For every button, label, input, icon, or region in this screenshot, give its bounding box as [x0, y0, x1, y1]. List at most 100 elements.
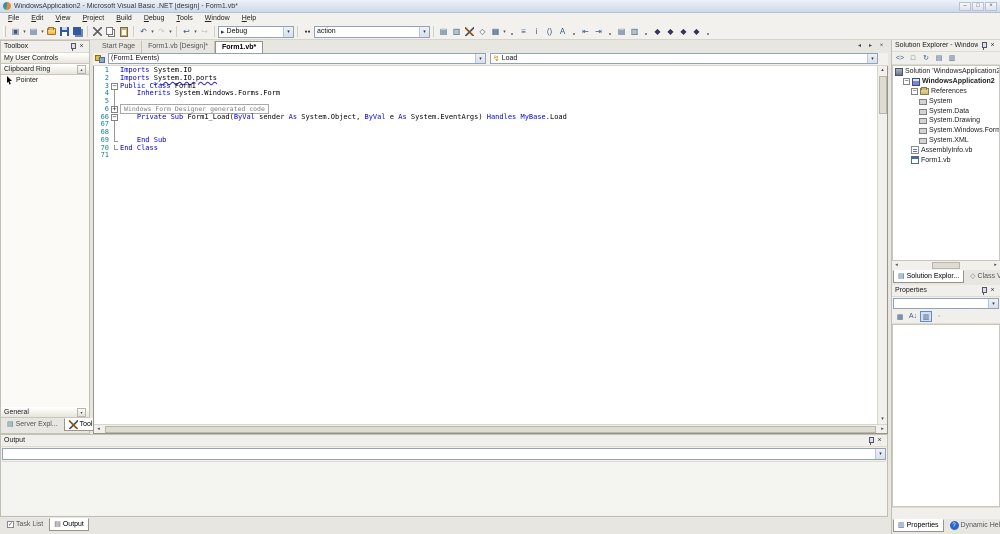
- scroll-right-icon[interactable]: ▸: [878, 425, 887, 434]
- refresh-icon[interactable]: ↻: [920, 53, 932, 64]
- uncomment-icon[interactable]: ▥: [628, 25, 641, 38]
- menu-item-window[interactable]: Window: [199, 13, 236, 24]
- clear-bookmarks-icon[interactable]: ◆: [690, 25, 703, 38]
- tab-start-page[interactable]: Start Page: [96, 41, 143, 53]
- horizontal-scrollbar[interactable]: ◂ ▸: [892, 261, 1000, 270]
- dropdown-arrow-icon[interactable]: ▾: [168, 29, 173, 35]
- scrollbar-thumb[interactable]: [105, 425, 876, 433]
- scroll-right-icon[interactable]: ▸: [991, 261, 1000, 270]
- parameter-info-icon[interactable]: (): [543, 25, 556, 38]
- properties-grid[interactable]: [892, 324, 1000, 507]
- new-project-icon[interactable]: ▣: [9, 25, 22, 38]
- tab-solution-explorer[interactable]: ▤ Solution Explor...: [893, 270, 965, 283]
- menu-item-edit[interactable]: Edit: [25, 13, 49, 24]
- collapse-icon[interactable]: −: [111, 113, 118, 121]
- open-file-icon[interactable]: [45, 25, 58, 38]
- code-editor[interactable]: 1 Imports System.IO 2 Imports System.IO.por…: [93, 66, 888, 434]
- pin-icon[interactable]: [979, 286, 988, 295]
- tab-form1-code[interactable]: Form1.vb*: [215, 41, 264, 53]
- view-designer-icon[interactable]: □: [907, 53, 919, 64]
- maximize-button[interactable]: □: [972, 1, 984, 11]
- tree-item[interactable]: − WindowsApplication2: [893, 77, 999, 87]
- close-document-icon[interactable]: ×: [877, 42, 886, 51]
- menu-item-build[interactable]: Build: [110, 13, 138, 24]
- scrollbar-thumb[interactable]: [932, 262, 960, 269]
- save-icon[interactable]: [58, 25, 71, 38]
- fold-margin[interactable]: −: [111, 113, 120, 122]
- toolbox-group-general[interactable]: General ▾: [1, 407, 89, 418]
- decrease-indent-icon[interactable]: ⇤: [579, 25, 592, 38]
- redo-icon[interactable]: ↷: [155, 25, 168, 38]
- property-pages-icon[interactable]: ▫: [933, 311, 945, 322]
- collapse-icon[interactable]: −: [111, 82, 118, 90]
- toolbox-item-pointer[interactable]: Pointer: [1, 75, 89, 86]
- dropdown-arrow-icon[interactable]: ▾: [502, 29, 507, 35]
- object-dropdown[interactable]: (Form1 Events) ▾: [108, 53, 486, 64]
- solution-explorer-icon[interactable]: ▤: [437, 25, 450, 38]
- tab-output[interactable]: ▤ Output: [49, 518, 89, 531]
- toggle-bookmark-icon[interactable]: ◆: [651, 25, 664, 38]
- increase-indent-icon[interactable]: ⇥: [592, 25, 605, 38]
- show-all-files-icon[interactable]: ▤: [933, 53, 945, 64]
- search-combo[interactable]: action ▾: [314, 25, 430, 38]
- close-icon[interactable]: ×: [988, 286, 997, 295]
- pin-icon[interactable]: [68, 42, 77, 51]
- properties-page-icon[interactable]: ▥: [920, 311, 932, 322]
- toolbox-group-clipboard-ring[interactable]: Clipboard Ring ▴: [1, 64, 89, 75]
- chevron-down-icon[interactable]: ▾: [875, 449, 885, 459]
- chevron-down-icon[interactable]: ▾: [419, 26, 429, 37]
- tab-task-list[interactable]: Task List: [2, 518, 48, 531]
- view-code-icon[interactable]: <>: [894, 53, 906, 64]
- navigate-backward-icon[interactable]: ↩: [180, 25, 193, 38]
- horizontal-scrollbar[interactable]: ◂ ▸: [94, 424, 887, 433]
- chevron-down-icon[interactable]: ▾: [867, 54, 877, 63]
- scroll-down-icon[interactable]: ▾: [878, 415, 887, 424]
- toolbar-grip[interactable]: [3, 26, 6, 37]
- close-icon[interactable]: ×: [77, 42, 86, 51]
- close-button[interactable]: ×: [985, 1, 997, 11]
- tree-item[interactable]: − References: [893, 86, 999, 97]
- object-browser-icon[interactable]: ▦: [489, 25, 502, 38]
- tree-item[interactable]: Solution 'WindowsApplication2' (: [893, 67, 999, 77]
- vertical-scrollbar[interactable]: ▴ ▾: [877, 66, 887, 424]
- tree-item[interactable]: System.XML: [893, 136, 999, 146]
- close-icon[interactable]: ×: [988, 41, 997, 50]
- tab-form1-design[interactable]: Form1.vb [Design]*: [142, 41, 215, 53]
- scroll-down-icon[interactable]: ▾: [77, 408, 86, 417]
- fold-margin[interactable]: −: [111, 82, 120, 91]
- collapse-icon[interactable]: −: [911, 87, 918, 95]
- toolbox-window-icon[interactable]: [463, 25, 476, 38]
- properties-icon[interactable]: ▥: [946, 53, 958, 64]
- scroll-left-icon[interactable]: ◂: [94, 425, 103, 434]
- add-item-icon[interactable]: ▤: [27, 25, 40, 38]
- class-view-icon[interactable]: ◇: [476, 25, 489, 38]
- menu-item-debug[interactable]: Debug: [138, 13, 171, 24]
- tree-item[interactable]: System.Data: [893, 106, 999, 116]
- save-all-icon[interactable]: [71, 25, 84, 38]
- menu-item-file[interactable]: File: [2, 13, 25, 24]
- tree-item[interactable]: System.Windows.Form: [893, 126, 999, 136]
- menu-item-view[interactable]: View: [49, 13, 76, 24]
- menu-item-help[interactable]: Help: [236, 13, 262, 24]
- toolbox-group-my-user-controls[interactable]: My User Controls: [1, 53, 89, 64]
- scrollbar-thumb[interactable]: [878, 76, 887, 114]
- paste-icon[interactable]: [117, 25, 130, 38]
- minimize-button[interactable]: –: [959, 1, 971, 11]
- previous-bookmark-icon[interactable]: ◆: [677, 25, 690, 38]
- categorized-icon[interactable]: ▦: [894, 311, 906, 322]
- menu-item-tools[interactable]: Tools: [170, 13, 198, 24]
- scroll-up-icon[interactable]: ▴: [878, 66, 887, 75]
- chevron-down-icon[interactable]: ▾: [988, 299, 998, 308]
- tab-class-view[interactable]: ◇ Class View: [965, 270, 1000, 283]
- find-icon[interactable]: [301, 25, 314, 38]
- copy-icon[interactable]: [104, 25, 117, 38]
- expand-icon[interactable]: +: [111, 105, 118, 113]
- tree-item[interactable]: System.Drawing: [893, 116, 999, 126]
- navigate-forward-icon[interactable]: ↪: [198, 25, 211, 38]
- comment-icon[interactable]: ▤: [615, 25, 628, 38]
- properties-window-icon[interactable]: ▥: [450, 25, 463, 38]
- undo-icon[interactable]: ↶: [137, 25, 150, 38]
- menu-item-project[interactable]: Project: [76, 13, 110, 24]
- word-completion-icon[interactable]: A: [556, 25, 569, 38]
- quick-info-icon[interactable]: i: [530, 25, 543, 38]
